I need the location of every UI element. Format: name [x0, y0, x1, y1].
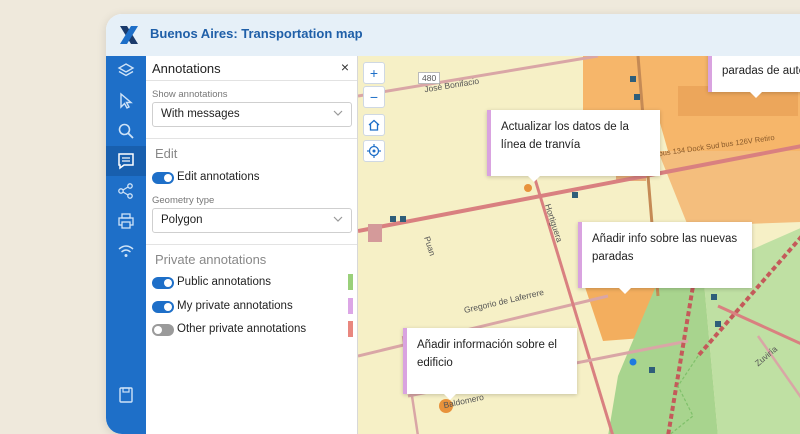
title-bar: Buenos Aires: Transportation map — [106, 14, 800, 57]
divider — [146, 244, 357, 245]
callout-tail — [528, 176, 540, 182]
home-icon — [368, 119, 380, 131]
my-private-color-swatch — [348, 298, 353, 314]
tool-rail — [106, 56, 146, 434]
annotations-button[interactable] — [106, 146, 146, 176]
annotation-callout[interactable]: Añadir info sobre las nuevas paradas — [578, 222, 752, 294]
zoom-out-button[interactable]: − — [363, 86, 385, 108]
save-button[interactable] — [106, 380, 146, 410]
edit-section-title: Edit — [155, 146, 178, 161]
other-private-annotations-toggle[interactable] — [152, 324, 174, 336]
search-icon — [118, 123, 134, 139]
print-icon — [118, 213, 134, 229]
geometry-type-label: Geometry type — [152, 195, 215, 206]
callout-tail — [619, 288, 631, 294]
share-button[interactable] — [106, 176, 146, 206]
locate-icon — [367, 144, 381, 158]
home-button[interactable] — [363, 114, 385, 136]
callout-text: Añadir info sobre las nuevas paradas — [592, 233, 738, 263]
divider — [146, 138, 357, 139]
annotation-callout[interactable]: Actualizar los datos de la línea de tran… — [487, 110, 660, 182]
geometry-type-select[interactable]: Polygon — [152, 208, 352, 233]
chevron-down-icon — [333, 110, 343, 116]
public-color-swatch — [348, 274, 353, 290]
search-button[interactable] — [106, 116, 146, 146]
my-private-annotations-toggle[interactable] — [152, 301, 174, 313]
callout-tail — [750, 92, 762, 98]
select-button[interactable] — [106, 86, 146, 116]
show-annotations-label: Show annotations — [152, 89, 228, 100]
app-logo-icon — [120, 26, 138, 44]
callout-text: Actualizar los datos de la línea de tran… — [501, 121, 629, 151]
show-annotations-select[interactable]: With messages — [152, 102, 352, 127]
callout-tail — [444, 394, 456, 400]
geometry-type-value: Polygon — [161, 214, 203, 226]
edit-annotations-row[interactable]: Edit annotations — [152, 171, 351, 187]
cursor-icon — [120, 92, 133, 109]
layers-button[interactable] — [106, 56, 146, 86]
other-private-annotations-row[interactable]: Other private annotations — [152, 321, 353, 339]
my-private-annotations-row[interactable]: My private annotations — [152, 298, 353, 316]
public-annotations-row[interactable]: Public annotations — [152, 274, 353, 292]
save-icon — [119, 387, 133, 403]
wifi-icon — [118, 245, 134, 257]
public-annotations-toggle[interactable] — [152, 277, 174, 289]
annotation-callout[interactable]: Añadir información sobre el edificio — [403, 328, 577, 400]
show-annotations-value: With messages — [161, 108, 240, 120]
my-private-annotations-label: My private annotations — [177, 300, 293, 312]
private-annotations-title: Private annotations — [155, 252, 267, 267]
offline-button[interactable] — [106, 236, 146, 266]
app-title: Buenos Aires: Transportation map — [150, 26, 363, 41]
close-icon[interactable]: × — [341, 59, 349, 75]
chevron-down-icon — [333, 216, 343, 222]
annotations-icon — [118, 153, 134, 170]
map-canvas[interactable]: 480 José Bonifacio Puan Gregorio de Lafe… — [358, 56, 800, 434]
app-window: Buenos Aires: Transportation map Annotat… — [106, 14, 800, 434]
zoom-in-button[interactable]: + — [363, 62, 385, 84]
print-button[interactable] — [106, 206, 146, 236]
locate-button[interactable] — [363, 140, 385, 162]
annotation-callout[interactable]: paradas de autob — [708, 56, 800, 98]
public-annotations-label: Public annotations — [177, 276, 271, 288]
edit-annotations-label: Edit annotations — [177, 171, 260, 183]
panel-title: Annotations — [152, 61, 221, 76]
layers-icon — [117, 63, 135, 77]
callout-text: Añadir información sobre el edificio — [417, 339, 557, 369]
annotations-panel: Annotations × Show annotations With mess… — [146, 56, 358, 434]
share-icon — [118, 183, 133, 199]
other-private-annotations-label: Other private annotations — [177, 323, 307, 335]
other-private-color-swatch — [348, 321, 353, 337]
panel-header: Annotations × — [146, 56, 357, 81]
edit-annotations-toggle[interactable] — [152, 172, 174, 184]
callout-text: paradas de autob — [722, 65, 800, 77]
